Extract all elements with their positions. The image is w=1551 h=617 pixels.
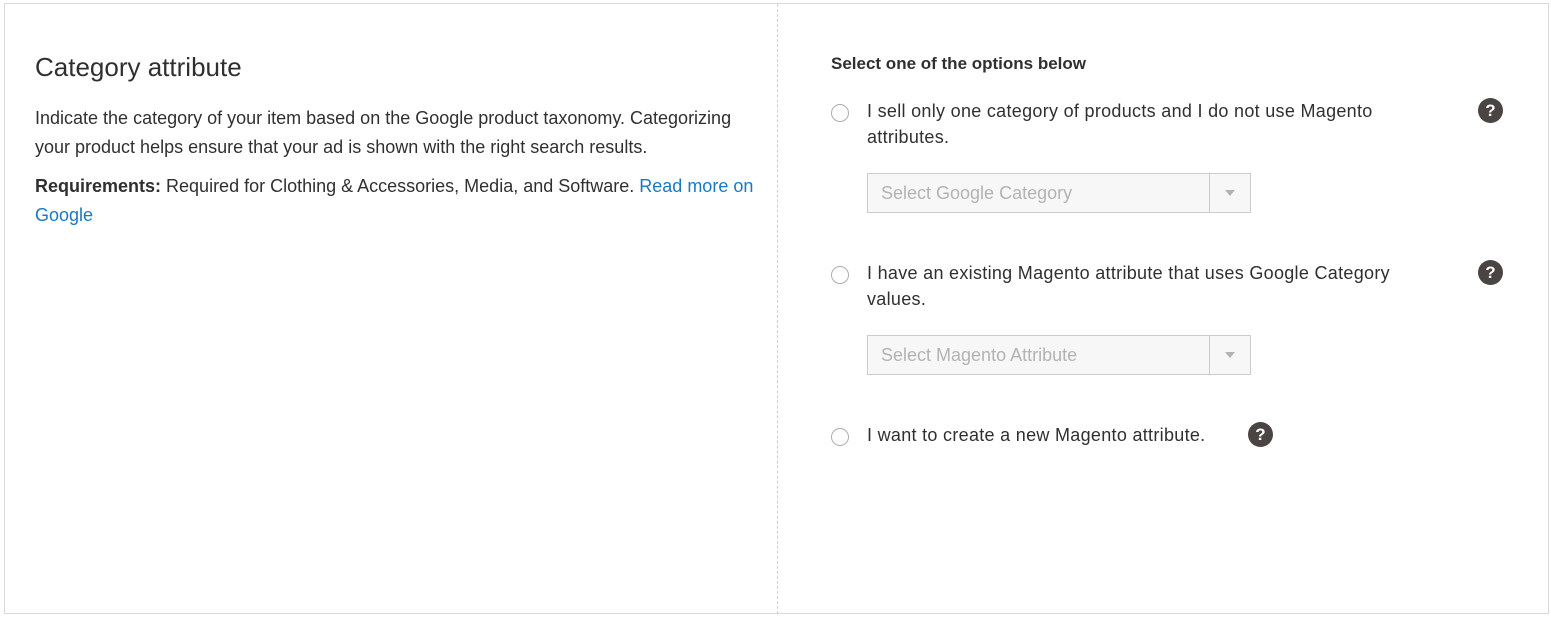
options-heading: Select one of the options below bbox=[831, 54, 1087, 73]
radio-existing-attribute[interactable] bbox=[831, 266, 849, 284]
magento-attribute-select[interactable]: Select Magento Attribute bbox=[867, 335, 1251, 375]
select-placeholder: Select Magento Attribute bbox=[881, 345, 1078, 365]
question-mark-circle-icon[interactable]: ? bbox=[1478, 98, 1503, 123]
chevron-down-icon bbox=[1225, 190, 1235, 196]
select-arrow-button[interactable] bbox=[1209, 174, 1250, 212]
requirements-label: Requirements: bbox=[35, 176, 162, 196]
column-divider bbox=[777, 4, 778, 614]
requirements-detail: Required for Clothing & Accessories, Med… bbox=[161, 176, 640, 196]
select-placeholder: Select Google Category bbox=[881, 183, 1073, 203]
chevron-down-icon bbox=[1225, 352, 1235, 358]
question-mark-circle-icon[interactable]: ? bbox=[1478, 260, 1503, 285]
option-label[interactable]: I sell only one category of products and… bbox=[867, 98, 1437, 150]
radio-new-attribute[interactable] bbox=[831, 428, 849, 446]
select-arrow-button[interactable] bbox=[1209, 336, 1250, 374]
right-column: Select one of the options below I sell o… bbox=[831, 52, 1511, 447]
requirements-text: Requirements: Required for Clothing & Ac… bbox=[35, 172, 755, 230]
left-column: Category attribute Indicate the category… bbox=[35, 48, 755, 230]
section-title: Category attribute bbox=[35, 52, 242, 82]
google-category-select[interactable]: Select Google Category bbox=[867, 173, 1251, 213]
question-mark-circle-icon[interactable]: ? bbox=[1248, 422, 1273, 447]
radio-single-category[interactable] bbox=[831, 104, 849, 122]
section-description: Indicate the category of your item based… bbox=[35, 108, 732, 157]
option-label[interactable]: I have an existing Magento attribute tha… bbox=[867, 260, 1437, 312]
option-label[interactable]: I want to create a new Magento attribute… bbox=[867, 422, 1206, 448]
